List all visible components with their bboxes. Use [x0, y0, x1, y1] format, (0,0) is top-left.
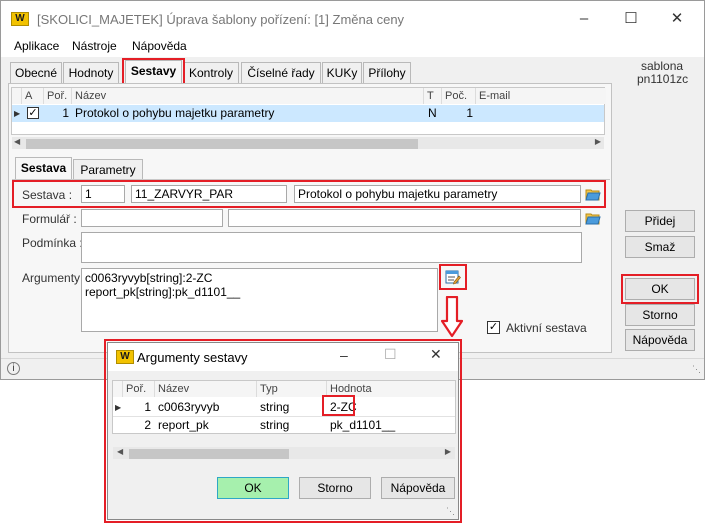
dialog-napoveda-button[interactable]: Nápověda — [381, 477, 455, 499]
template-label: sablona — [641, 59, 684, 73]
table-row[interactable]: ▶ 1 c0063ryvyb string 2-ZC — [113, 398, 455, 417]
resize-grip-icon[interactable]: ⋱ — [692, 364, 701, 375]
active-checkbox[interactable]: ✓ — [27, 107, 39, 119]
row-pocet: 1 — [466, 106, 473, 120]
col-typ: Typ — [257, 381, 327, 397]
storno-button[interactable]: Storno — [625, 304, 695, 326]
tab-obecne[interactable]: Obecné — [10, 62, 62, 84]
app-logo: W — [11, 12, 29, 26]
sestava-code-field[interactable]: 11_ZARVYR_PAR — [131, 185, 287, 203]
scroll-thumb[interactable] — [26, 139, 418, 149]
row-pointer-icon: ▶ — [115, 403, 122, 412]
menu-bar: Aplikace Nástroje Nápověda — [1, 37, 704, 57]
col-t: T — [424, 88, 442, 104]
minimize-button[interactable]: – — [340, 347, 348, 363]
smaz-button[interactable]: Smaž — [625, 236, 695, 258]
dialog-ok-button[interactable]: OK — [217, 477, 289, 499]
arguments-hscrollbar[interactable]: ◀ ▶ — [113, 447, 455, 459]
col-nazev: Název — [155, 381, 257, 397]
row-typ: string — [260, 418, 290, 432]
close-button[interactable]: ✕ — [430, 346, 442, 363]
napoveda-button[interactable]: Nápověda — [625, 329, 695, 351]
sestava-name-field[interactable]: Protokol o pohybu majetku parametry — [294, 185, 581, 203]
col-pocet: Poč. — [442, 88, 476, 104]
row-poradi: 2 — [144, 418, 151, 432]
minimize-button[interactable]: – — [569, 7, 599, 31]
maximize-button: ☐ — [384, 346, 397, 362]
menu-nastroje[interactable]: Nástroje — [72, 39, 117, 53]
edit-arguments-icon[interactable] — [445, 269, 461, 285]
row-poradi: 1 — [144, 400, 151, 414]
info-icon[interactable]: i — [7, 362, 20, 375]
ok-button[interactable]: OK — [625, 278, 695, 300]
podminka-field[interactable] — [81, 232, 582, 263]
tab-kontroly[interactable]: Kontroly — [183, 62, 239, 84]
arrow-down-icon — [441, 296, 463, 338]
subtab-parametry[interactable]: Parametry — [73, 159, 143, 181]
argumenty-field[interactable]: c0063ryvyb[string]:2-ZC report_pk[string… — [81, 268, 438, 332]
reports-hscrollbar[interactable]: ◀ ▶ — [12, 137, 604, 149]
table-row[interactable]: ▶ ✓ 1 Protokol o pohybu majetku parametr… — [12, 105, 604, 122]
podminka-label: Podmínka : — [22, 236, 83, 250]
scroll-left-icon[interactable]: ◀ — [117, 447, 123, 456]
close-button[interactable]: ✕ — [662, 7, 692, 31]
subtab-sestava[interactable]: Sestava — [15, 157, 72, 179]
tab-sestavy[interactable]: Sestavy — [125, 60, 182, 84]
argumenty-label: Argumenty — [22, 271, 81, 285]
menu-aplikace[interactable]: Aplikace — [14, 39, 59, 53]
dialog-title-bar: W Argumenty sestavy – ☐ ✕ — [108, 343, 458, 371]
row-poradi: 1 — [62, 106, 69, 120]
scroll-thumb[interactable] — [129, 449, 289, 459]
tab-kuky[interactable]: KUKy — [322, 62, 362, 84]
maximize-button[interactable]: ☐ — [616, 7, 646, 31]
sestava-label: Sestava : — [22, 188, 73, 202]
table-row[interactable]: 2 report_pk string pk_d1101__ — [113, 417, 455, 434]
formular-label: Formulář : — [22, 212, 77, 226]
open-folder-icon[interactable] — [585, 187, 601, 201]
scroll-right-icon[interactable]: ▶ — [595, 137, 601, 146]
window-title: [SKOLICI_MAJETEK] Úprava šablony pořízen… — [37, 12, 405, 27]
pridej-button[interactable]: Přidej — [625, 210, 695, 232]
col-poradi: Poř. — [44, 88, 72, 104]
scroll-left-icon[interactable]: ◀ — [14, 137, 20, 146]
arguments-grid: Poř. Název Typ Hodnota ▶ 1 c0063ryvyb st… — [112, 380, 456, 434]
formular-field[interactable] — [81, 209, 223, 227]
row-pointer-icon: ▶ — [14, 109, 21, 118]
tab-prilohy[interactable]: Přílohy — [363, 62, 411, 84]
arguments-dialog: W Argumenty sestavy – ☐ ✕ Poř. Název Typ… — [107, 342, 459, 520]
main-window: W [SKOLICI_MAJETEK] Úprava šablony poříz… — [0, 0, 705, 380]
menu-napoveda[interactable]: Nápověda — [132, 39, 187, 53]
aktivni-checkbox[interactable]: ✓ — [487, 321, 500, 334]
aktivni-label: Aktivní sestava — [506, 321, 587, 335]
tab-ciselne-rady[interactable]: Číselné řady — [241, 62, 321, 84]
argument-line: report_pk[string]:pk_d1101__ — [85, 285, 241, 299]
app-logo: W — [116, 350, 134, 364]
row-nazev: Protokol o pohybu majetku parametry — [75, 106, 275, 120]
sestava-number-field[interactable]: 1 — [81, 185, 125, 203]
scroll-right-icon[interactable]: ▶ — [445, 447, 451, 456]
formular-name-field[interactable] — [228, 209, 581, 227]
title-bar: W [SKOLICI_MAJETEK] Úprava šablony poříz… — [1, 1, 704, 37]
tab-hodnoty[interactable]: Hodnoty — [63, 62, 119, 84]
row-nazev: c0063ryvyb — [158, 400, 220, 414]
dialog-storno-button[interactable]: Storno — [299, 477, 371, 499]
col-nazev: Název — [72, 88, 424, 104]
resize-grip-icon[interactable]: ⋱ — [446, 506, 455, 517]
row-typ: string — [260, 400, 290, 414]
argument-line: c0063ryvyb[string]:2-ZC — [85, 271, 213, 285]
template-name: pn1101zc — [637, 72, 689, 86]
reports-grid: A Poř. Název T Poč. E-mail ▶ ✓ 1 Protoko… — [11, 87, 606, 135]
row-hodnota[interactable]: pk_d1101__ — [330, 417, 395, 434]
col-hodnota: Hodnota — [327, 381, 455, 397]
dialog-title: Argumenty sestavy — [137, 350, 248, 365]
open-folder-icon[interactable] — [585, 211, 601, 225]
col-a: A — [22, 88, 44, 104]
row-nazev: report_pk — [158, 418, 209, 432]
col-email: E-mail — [476, 88, 606, 104]
col-poradi: Poř. — [123, 381, 155, 397]
row-t: N — [428, 106, 437, 120]
row-hodnota[interactable]: 2-ZC — [330, 399, 357, 416]
